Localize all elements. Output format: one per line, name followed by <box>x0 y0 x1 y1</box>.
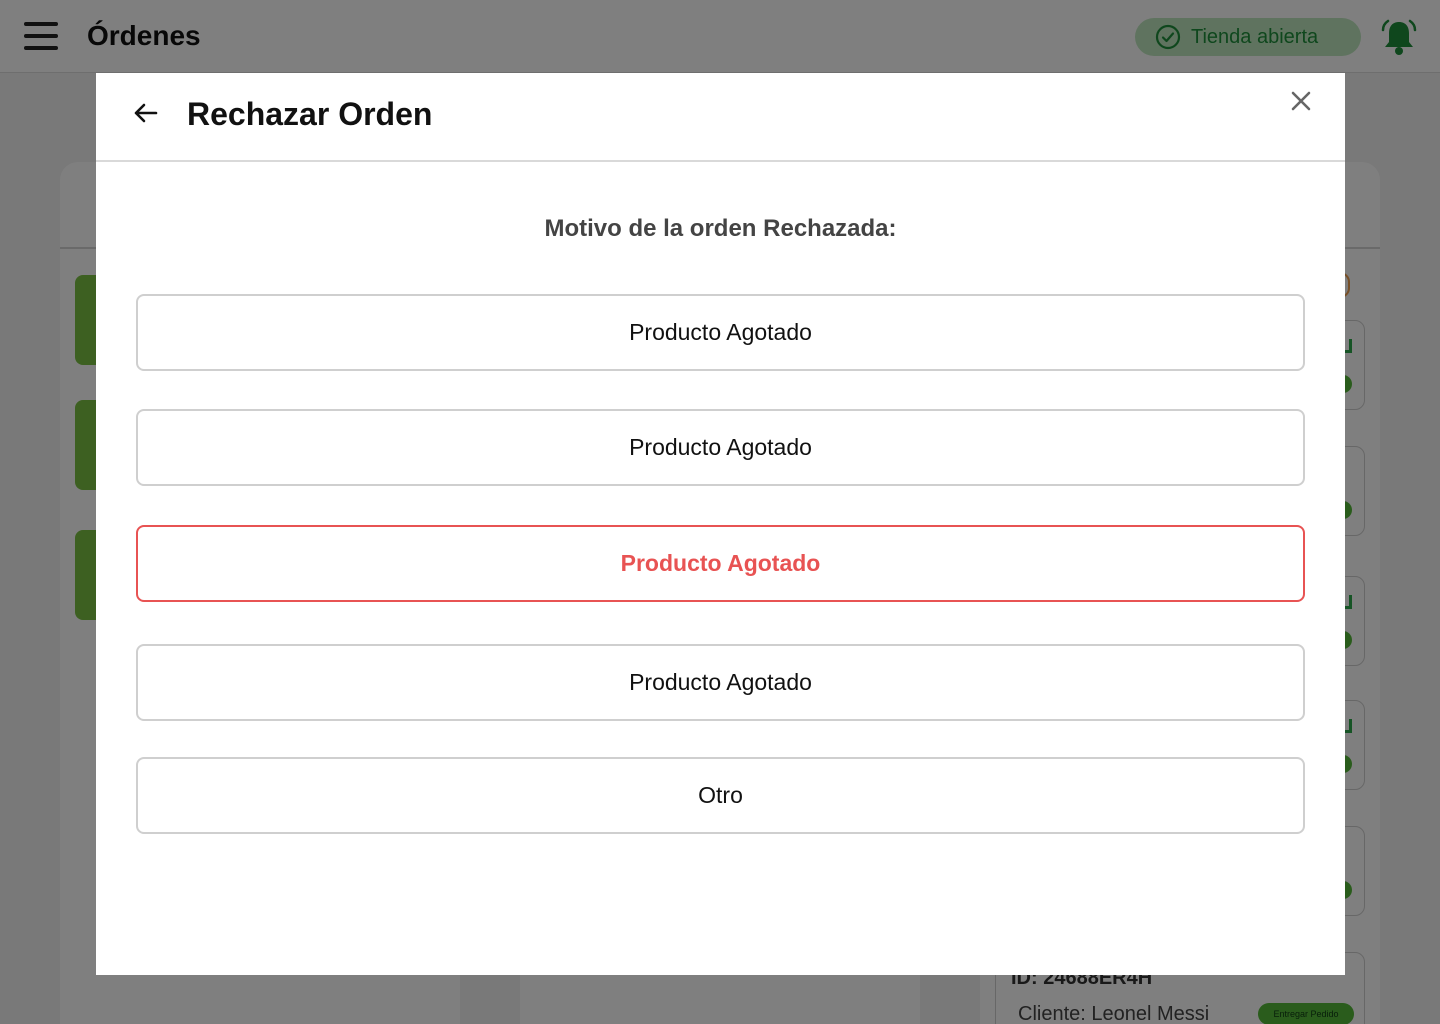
reason-prompt: Motivo de la orden Rechazada: <box>544 215 897 242</box>
reason-option[interactable]: Producto Agotado <box>136 294 1305 371</box>
close-icon[interactable] <box>1289 89 1313 113</box>
reason-option[interactable]: Producto Agotado <box>136 644 1305 721</box>
arrow-left-icon[interactable] <box>130 97 162 129</box>
reject-order-modal: Rechazar Orden Motivo de la orden Rechaz… <box>96 73 1345 975</box>
reason-option-selected[interactable]: Producto Agotado <box>136 525 1305 602</box>
reason-option-other[interactable]: Otro <box>136 757 1305 834</box>
reason-option[interactable]: Producto Agotado <box>136 409 1305 486</box>
modal-header: Rechazar Orden <box>96 73 1345 162</box>
modal-title: Rechazar Orden <box>187 96 433 132</box>
